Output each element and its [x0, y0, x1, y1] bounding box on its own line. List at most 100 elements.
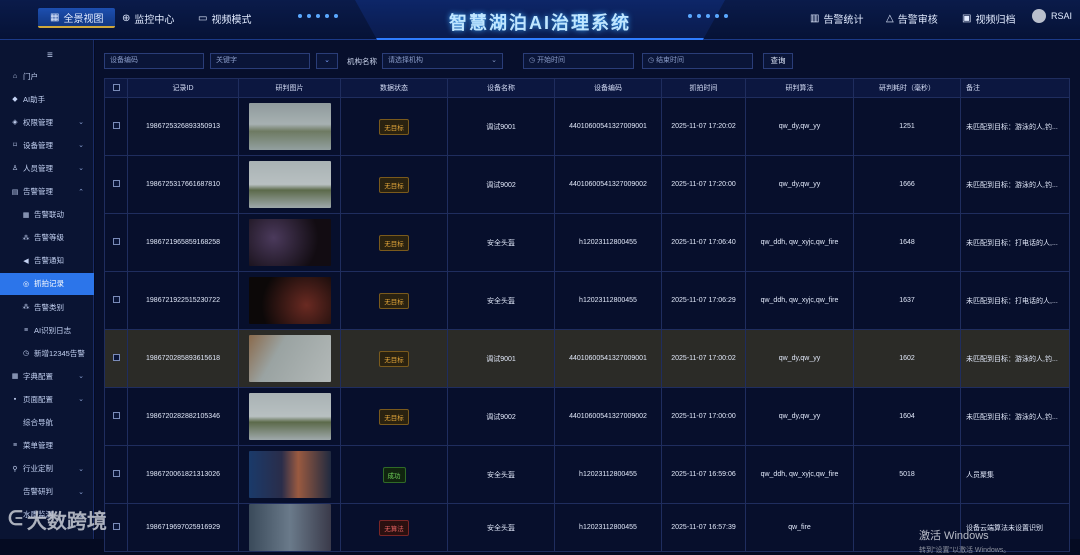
col-device: 设备名称: [447, 78, 555, 98]
snapshot-image[interactable]: [248, 103, 331, 150]
sidebar-item-12[interactable]: ◷ 新增12345告警: [0, 342, 94, 364]
hamburger-icon[interactable]: ≡: [47, 50, 53, 61]
cell-algo: qw_dy,qw_yy: [745, 155, 854, 214]
cell-image: [238, 445, 341, 504]
cell-device: 调试9001: [447, 97, 555, 156]
nav-panorama[interactable]: ▦ 全景视图: [38, 8, 116, 28]
table-row[interactable]: 1986721965859168258 无目标 安全头盔 h1202311280045…: [104, 213, 1070, 272]
row-checkbox[interactable]: [112, 122, 120, 129]
snapshot-image[interactable]: [248, 504, 331, 551]
row-checkbox[interactable]: [112, 180, 120, 187]
org-select[interactable]: 请选择机构 ⌄: [382, 53, 503, 69]
sidebar-item-label: 告警类别: [34, 302, 64, 312]
sidebar-item-11[interactable]: ≡ AI识别日志: [0, 319, 94, 341]
sidebar-item-6[interactable]: ▦ 告警联动: [0, 204, 94, 226]
snapshot-image[interactable]: [248, 335, 331, 382]
table-row[interactable]: 1986721922515230722 无目标 安全头盔 h1202311280045…: [104, 271, 1070, 330]
decor-dots-left: [298, 14, 338, 18]
table-row[interactable]: 1986720061821313026 成功 安全头盔 h12023112800455…: [104, 445, 1070, 504]
sidebar-item-13[interactable]: ▦ 字典配置 ⌄: [0, 365, 94, 387]
table-row[interactable]: 1986720282882105346 无目标 调试9002 440106005413…: [104, 387, 1070, 446]
sidebar-item-3[interactable]: ⌑ 设备管理 ⌄: [0, 134, 94, 156]
records-table: 记录ID 研判图片 数据状态 设备名称 设备编码 抓拍时间 研判算法 研判耗时（…: [104, 78, 1070, 552]
col-time: 抓拍时间: [661, 78, 746, 98]
cell-algo: qw_ddh, qw_xyjc,qw_fire: [745, 271, 854, 330]
clock-icon: ◷: [648, 57, 655, 64]
watermark-line2: 转到"设置"以激活 Windows。: [919, 547, 1011, 554]
snapshot-image[interactable]: [248, 277, 331, 324]
sidebar-item-16[interactable]: ≡ 菜单管理: [0, 435, 94, 457]
sidebar-item-label: 告警联动: [34, 210, 64, 220]
sidebar-item-9[interactable]: ◎ 抓拍记录: [0, 272, 94, 295]
chevron-up-icon: ⌃: [78, 188, 84, 196]
cell-code: 44010600541327009001: [554, 97, 662, 156]
sidebar-item-label: 告警管理: [23, 187, 53, 196]
snapshot-image[interactable]: [248, 451, 331, 498]
status-badge: 无目标: [379, 176, 409, 193]
cell-record-id: 1986725326893350913: [127, 97, 239, 156]
sidebar-item-label: 门户: [23, 71, 38, 81]
cell-note: 未匹配到目标：打电话的人,...: [960, 271, 1070, 330]
cell-status: 无算法: [340, 503, 448, 552]
select-all-header[interactable]: [104, 78, 128, 98]
watermark-line1: 激活 Windows: [919, 530, 989, 542]
sidebar-item-label: 行业定制: [23, 464, 53, 474]
archive-icon: ▣: [962, 12, 972, 24]
start-time-input[interactable]: ◷ 开始时间: [523, 53, 634, 69]
pin-icon: ⚲: [12, 465, 18, 473]
sidebar-item-7[interactable]: ⁂ 告警等级: [0, 227, 94, 249]
sidebar-item-2[interactable]: ◈ 权限管理 ⌄: [0, 111, 94, 133]
row-checkbox[interactable]: [112, 412, 120, 419]
end-time-input[interactable]: ◷ 结束时间: [642, 53, 753, 69]
home-icon: ⌂: [12, 72, 18, 80]
cell-device: 调试9001: [447, 329, 555, 388]
cell-time: 2025-11-07 17:06:40: [661, 213, 746, 272]
sidebar-item-14[interactable]: ▪ 页面配置 ⌄: [0, 388, 94, 410]
clock-icon: ◷: [529, 57, 536, 64]
cell-status: 成功: [340, 445, 448, 504]
cell-device: 调试9002: [447, 155, 555, 214]
cell-duration: 1251: [853, 97, 961, 156]
nav-monitor[interactable]: ⊕ 监控中心: [122, 8, 174, 28]
select-all-checkbox[interactable]: [112, 83, 120, 91]
sidebar-item-0[interactable]: ⌂ 门户: [0, 65, 94, 87]
sidebar-item-15[interactable]: 综合导航: [0, 412, 94, 434]
row-checkbox[interactable]: [112, 296, 120, 303]
chevron-down-icon: ⌄: [78, 373, 84, 381]
table-row[interactable]: 1986725326893350913 无目标 调试9001 440106005413…: [104, 97, 1070, 156]
logo-mark-icon: ᕮ: [8, 508, 23, 530]
row-checkbox[interactable]: [112, 523, 120, 530]
sidebar-item-17[interactable]: ⚲ 行业定制 ⌄: [0, 458, 94, 480]
user-menu[interactable]: RSAI: [1031, 9, 1072, 23]
nav-alarm-stats[interactable]: ▥ 告警统计: [810, 8, 863, 28]
snapshot-image[interactable]: [248, 219, 331, 266]
col-status: 数据状态: [340, 78, 448, 98]
cell-status: 无目标: [340, 213, 448, 272]
sidebar-item-8[interactable]: ◀ 告警通知: [0, 250, 94, 272]
device-code-input[interactable]: 设备编码: [104, 53, 204, 69]
keyword-input[interactable]: 关键字: [210, 53, 310, 69]
sidebar-item-5[interactable]: ▤ 告警管理 ⌃: [0, 181, 94, 203]
chevron-down-icon[interactable]: ⌄: [316, 53, 338, 69]
cell-record-id: 1986720285893615618: [127, 329, 239, 388]
table-row[interactable]: 1986725317661687810 无目标 调试9002 440106005413…: [104, 155, 1070, 214]
nav-video-mode[interactable]: ▭ 视频模式: [198, 8, 251, 28]
sidebar-item-1[interactable]: ◆ AI助手: [0, 88, 94, 110]
cell-image: [238, 213, 341, 272]
cell-device: 调试9002: [447, 387, 555, 446]
sidebar-item-4[interactable]: ♙ 人员管理 ⌄: [0, 157, 94, 179]
table-row[interactable]: 1986720285893615618 无目标 调试9001 440106005413…: [104, 329, 1070, 388]
query-button[interactable]: 查询: [763, 53, 793, 69]
nav-alarm-review[interactable]: △ 告警审核: [886, 8, 938, 28]
snapshot-image[interactable]: [248, 161, 331, 208]
sidebar-item-18[interactable]: 告警研判 ⌄: [0, 481, 94, 503]
row-checkbox[interactable]: [112, 354, 120, 361]
sidebar-item-label: 告警等级: [34, 233, 64, 243]
cell-time: 2025-11-07 17:20:00: [661, 155, 746, 214]
sidebar-item-10[interactable]: ⁂ 告警类别: [0, 296, 94, 318]
row-select-cell: [104, 329, 128, 388]
nav-video-archive[interactable]: ▣ 视频归档: [962, 8, 1015, 28]
row-checkbox[interactable]: [112, 238, 120, 245]
snapshot-image[interactable]: [248, 393, 331, 440]
row-checkbox[interactable]: [112, 470, 120, 477]
